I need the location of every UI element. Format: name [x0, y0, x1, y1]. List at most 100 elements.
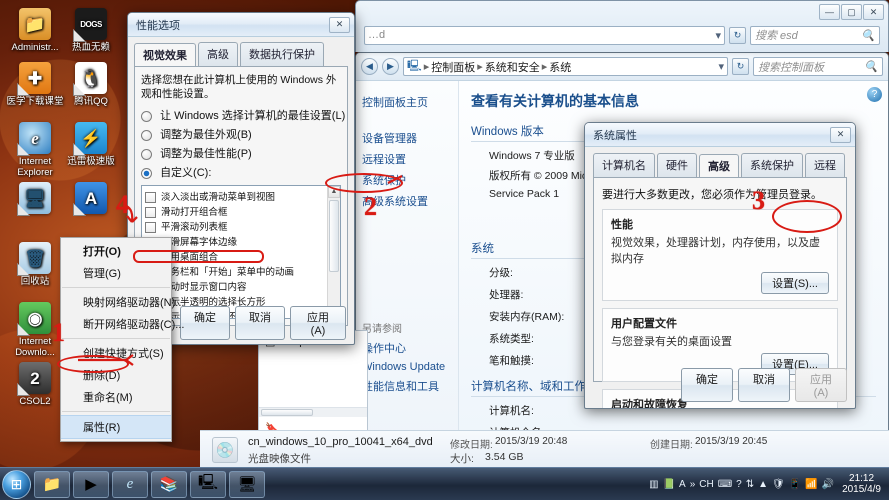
explorer-search-input[interactable]: 搜索 esd 🔍	[750, 25, 880, 45]
explorer-file-list-fragment[interactable]: ▣ setup.exe 🔖	[258, 330, 368, 440]
desktop-icon-thunder-speed[interactable]: ⚡ 迅雷极速版	[62, 122, 120, 167]
list-item[interactable]: 淡入淡出或滑动菜单到视图	[145, 189, 324, 203]
explorer-outer-frame[interactable]: — ▢ ✕ …d ▾ ↻ 搜索 esd 🔍	[355, 0, 889, 52]
desktop-icon-internet-explorer[interactable]: e Internet Explorer	[6, 122, 64, 178]
taskbar-item-explorer[interactable]: 📁	[34, 470, 70, 498]
scrollbar-thumb[interactable]	[329, 200, 339, 272]
tray-keyboard-icon[interactable]: ⌨	[718, 479, 732, 490]
desktop-icon-huorong-security[interactable]: A 火绒安全	[62, 182, 120, 227]
close-button[interactable]: ✕	[830, 126, 851, 143]
tray-icon-0[interactable]: ▥	[649, 479, 658, 490]
context-menu-item-open[interactable]: 打开(O)	[61, 240, 171, 262]
context-menu-item-map-network-drive[interactable]: 映射网络驱动器(N)...	[61, 291, 184, 313]
desktop-icon-medical-class[interactable]: ✚ 医学下载课堂	[6, 62, 64, 107]
taskbar[interactable]: ⊞ 📁 ▶ e 📚 🖳 🖥 ▥ 📗 A » CH ⌨ ? ⇅ ▲ 🛡 📱 📶 🔊…	[0, 467, 889, 500]
close-button[interactable]: ✕	[863, 4, 884, 20]
breadcrumb-item-control-panel[interactable]: 控制面板	[431, 59, 475, 75]
taskbar-clock[interactable]: 21:12 2015/4/9	[838, 473, 885, 495]
tray-device-icon[interactable]: 📱	[789, 479, 801, 490]
see-also-action-center[interactable]: 操作中心	[362, 340, 445, 356]
refresh-button[interactable]: ↻	[732, 58, 749, 75]
sidebar-item-device-manager[interactable]: 设备管理器	[362, 130, 452, 146]
tab-advanced[interactable]: 高级	[198, 42, 238, 66]
cancel-button[interactable]: 取消	[235, 306, 285, 340]
tray-shield-icon[interactable]: 🛡	[772, 479, 785, 490]
vertical-scrollbar[interactable]: ▲ ▼	[327, 186, 340, 318]
list-item[interactable]: 滑动打开组合框	[145, 204, 324, 218]
tab-system-protection[interactable]: 系统保护	[741, 153, 803, 177]
radio-custom[interactable]: 自定义(C):	[141, 164, 341, 180]
ok-button[interactable]: 确定	[681, 368, 733, 402]
radio-best-appearance[interactable]: 调整为最佳外观(B)	[141, 126, 341, 142]
desktop-context-menu[interactable]: 打开(O) 管理(G) 映射网络驱动器(N)... 断开网络驱动器(C)... …	[60, 237, 184, 442]
tab-remote[interactable]: 远程	[805, 153, 845, 177]
tray-signal-icon[interactable]: 📶	[805, 479, 817, 490]
sidebar-item-control-panel-home[interactable]: 控制面板主页	[362, 94, 452, 110]
maximize-button[interactable]: ▢	[841, 4, 862, 20]
apply-button[interactable]: 应用(A)	[795, 368, 847, 402]
see-also-performance-tools[interactable]: 性能信息和工具	[362, 378, 445, 394]
tray-icon-1[interactable]: 📗	[663, 479, 675, 490]
minimize-button[interactable]: —	[819, 4, 840, 20]
tray-network-activity-icon[interactable]: ⇅	[746, 479, 754, 490]
tab-hardware[interactable]: 硬件	[657, 153, 697, 177]
taskbar-item-internet-explorer[interactable]: e	[112, 470, 148, 498]
context-menu-item-create-shortcut[interactable]: 创建快捷方式(S)	[61, 342, 171, 364]
taskbar-item-media-player[interactable]: ▶	[73, 470, 109, 498]
desktop-icon-internet-download-manager[interactable]: ◉ Internet Downlo...	[6, 302, 64, 358]
scroll-up-arrow[interactable]: ▲	[328, 186, 340, 198]
context-menu-item-properties[interactable]: 属性(R)	[61, 415, 171, 439]
sidebar-item-remote-settings[interactable]: 远程设置	[362, 151, 452, 167]
address-bar[interactable]: 🖳 ▸ 控制面板 ▸ 系统和安全 ▸ 系统 ▾	[403, 57, 728, 76]
scrollbar-thumb[interactable]	[261, 409, 313, 416]
breadcrumb-item-system[interactable]: 系统	[549, 59, 571, 75]
apply-button[interactable]: 应用(A)	[290, 306, 346, 340]
system-properties-dialog[interactable]: 系统属性 ✕ 计算机名 硬件 高级 系统保护 远程 要进行大多数更改，您必须作为…	[584, 122, 856, 409]
explorer-address-bar[interactable]: …d ▾	[364, 25, 725, 45]
cancel-button[interactable]: 取消	[738, 368, 790, 402]
system-tray[interactable]: ▥ 📗 A » CH ⌨ ? ⇅ ▲ 🛡 📱 📶 🔊 21:12 2015/4/…	[649, 473, 889, 495]
tray-volume-icon[interactable]: 🔊	[822, 479, 834, 490]
tray-overflow-icon[interactable]: »	[690, 479, 696, 490]
address-dropdown-icon[interactable]: ▾	[715, 29, 721, 42]
tab-advanced[interactable]: 高级	[699, 154, 739, 178]
sidebar-item-system-protection[interactable]: 系统保护	[362, 172, 452, 188]
ok-button[interactable]: 确定	[180, 306, 230, 340]
sidebar-item-advanced-system-settings[interactable]: 高级系统设置	[362, 193, 452, 209]
see-also-windows-update[interactable]: Windows Update	[362, 361, 445, 373]
tray-icon-2[interactable]: A	[679, 479, 686, 490]
taskbar-item-winrar[interactable]: 📚	[151, 470, 187, 498]
back-button[interactable]: ◀	[361, 58, 378, 75]
performance-settings-button[interactable]: 设置(S)...	[761, 272, 829, 294]
context-menu-item-delete[interactable]: 删除(D)	[61, 364, 171, 386]
context-menu-item-rename[interactable]: 重命名(M)	[61, 386, 171, 408]
tab-dep[interactable]: 数据执行保护	[240, 42, 324, 66]
radio-let-windows-choose[interactable]: 让 Windows 选择计算机的最佳设置(L)	[141, 107, 345, 123]
tab-visual-effects[interactable]: 视觉效果	[134, 43, 196, 67]
address-dropdown-icon[interactable]: ▾	[718, 60, 724, 73]
desktop-icon-recycle-bin[interactable]: 🗑 回收站	[6, 242, 64, 287]
context-menu-item-manage[interactable]: 管理(G)	[61, 262, 171, 284]
help-icon[interactable]: ?	[867, 87, 882, 102]
radio-best-performance[interactable]: 调整为最佳性能(P)	[141, 145, 341, 161]
desktop-icon-csol2[interactable]: 2 CSOL2	[6, 362, 64, 407]
refresh-button[interactable]: ↻	[729, 26, 746, 44]
horizontal-scrollbar[interactable]	[259, 407, 367, 417]
desktop-icon-administrator[interactable]: 📁 Administr...	[6, 8, 64, 53]
tray-help-icon[interactable]: ?	[736, 479, 742, 490]
tray-ime-indicator[interactable]: CH	[699, 479, 713, 490]
close-button[interactable]: ✕	[329, 16, 350, 33]
desktop-icon-tencent-qq[interactable]: 🐧 腾讯QQ	[62, 62, 120, 107]
start-button[interactable]: ⊞	[2, 469, 31, 499]
breadcrumb-item-system-security[interactable]: 系统和安全	[485, 59, 540, 75]
desktop-icon-computer[interactable]: 🖥 计算机	[6, 182, 64, 227]
tray-expand-icon[interactable]: ▲	[758, 479, 768, 490]
forward-button[interactable]: ▶	[382, 58, 399, 75]
context-menu-item-disconnect-network-drive[interactable]: 断开网络驱动器(C)...	[61, 313, 184, 335]
search-input[interactable]: 搜索控制面板 🔍	[753, 57, 883, 76]
taskbar-item-control-panel[interactable]: 🖳	[190, 470, 226, 498]
desktop-icon-sleeping-dogs[interactable]: DOGS 热血无赖	[62, 8, 120, 53]
list-item[interactable]: 平滑滚动列表框	[145, 219, 324, 233]
tab-computer-name[interactable]: 计算机名	[593, 153, 655, 177]
taskbar-item-system-window[interactable]: 🖥	[229, 470, 265, 498]
